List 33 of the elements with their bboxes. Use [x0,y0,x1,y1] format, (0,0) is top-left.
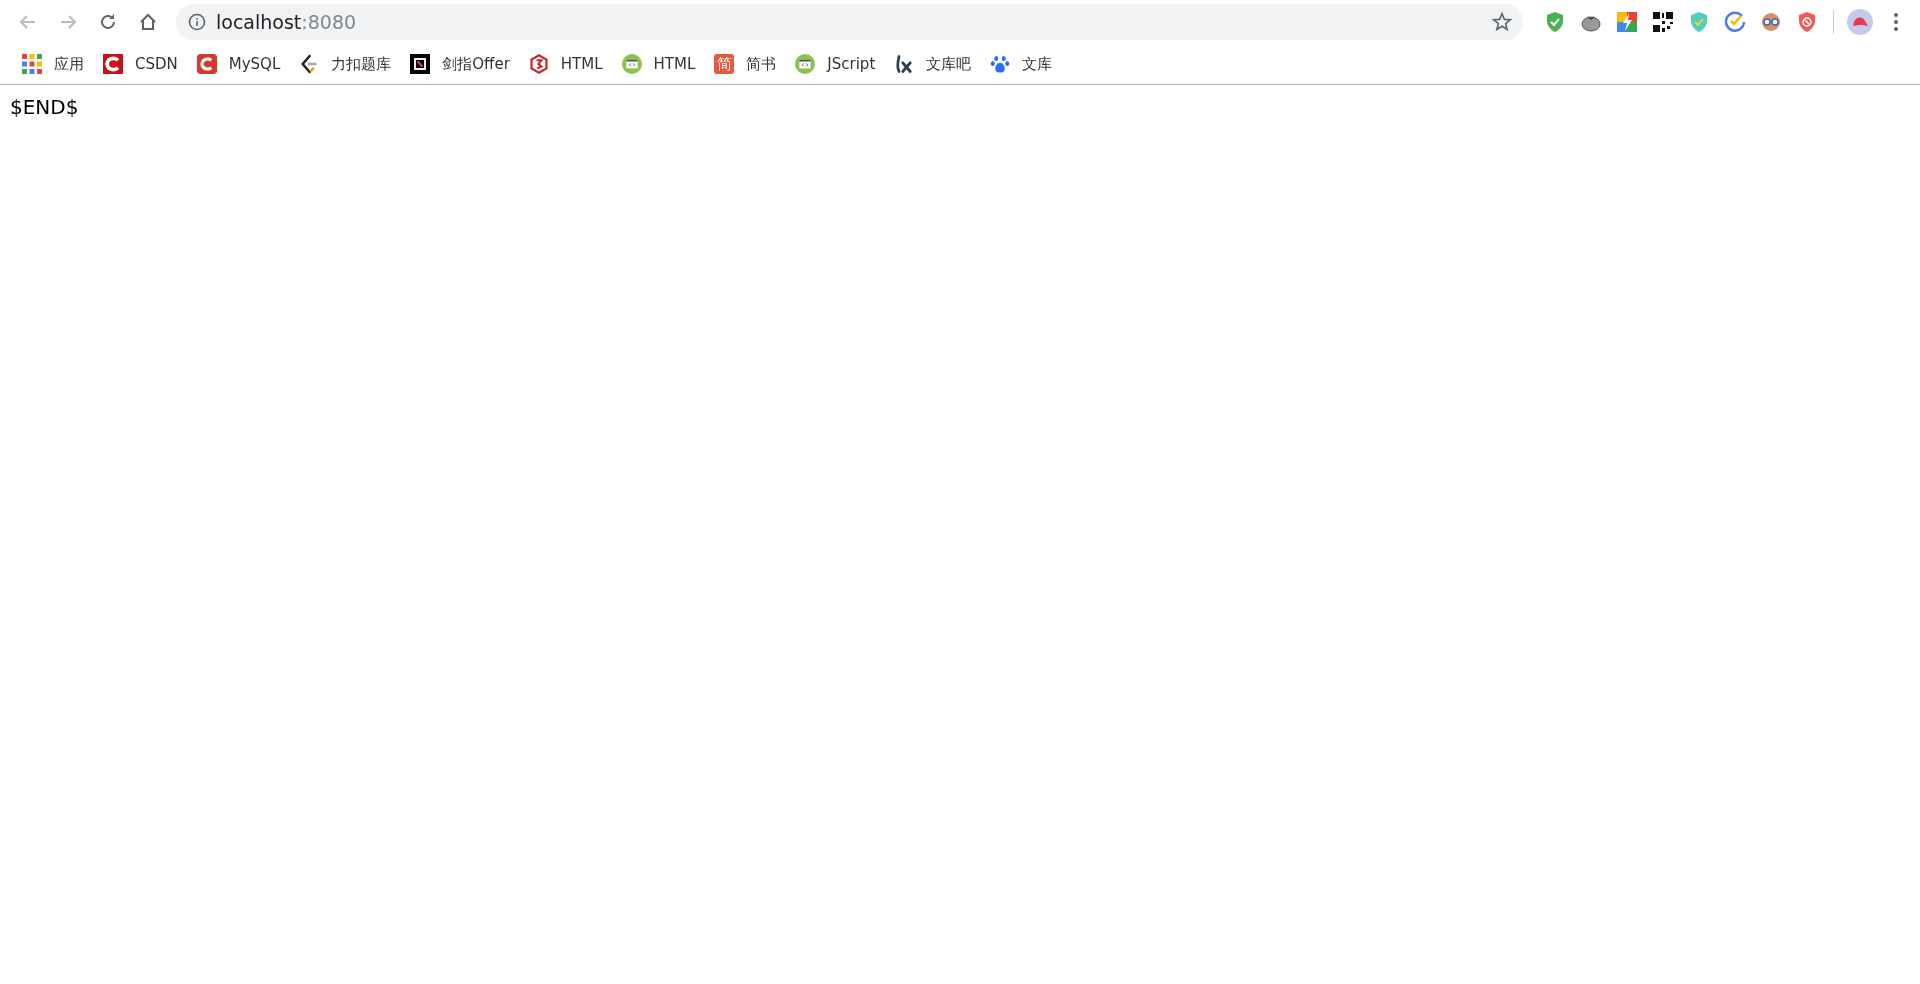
bookmark[interactable]: HTML [613,48,704,80]
code-circle-icon [795,54,816,74]
reload-icon[interactable] [98,12,118,32]
code-circle-icon [621,54,642,74]
bookmark[interactable]: CSDN [95,48,186,80]
bookmark[interactable]: 剑指Offer [402,48,518,80]
goggles-face-icon[interactable] [1759,10,1783,34]
jianshu-logo-icon: 简 [714,54,735,74]
star-icon[interactable] [1491,11,1513,33]
offer-logo-icon [410,54,431,74]
bookmark[interactable]: 简 简书 [706,48,785,80]
check-circle-icon[interactable] [1723,10,1747,34]
bookmark[interactable]: 应用 [14,48,92,80]
bookmark[interactable]: JScript [787,48,884,80]
url-text: localhost:8080 [216,11,358,33]
bookmark[interactable]: MySQL [188,48,289,80]
c-logo-icon [196,54,217,74]
lightning-icon[interactable] [1615,10,1639,34]
bookmark[interactable]: 文库 [982,48,1061,80]
hexagon-logo-icon [528,54,549,74]
paw-icon [990,54,1011,74]
apps-grid-icon [22,54,42,74]
leetcode-logo-icon [299,54,320,74]
info-icon [188,13,206,31]
bookmark[interactable]: 力扣题库 [291,48,400,80]
qr-code-icon[interactable] [1651,10,1675,34]
page-text: $END$ [10,95,79,119]
lx-logo-icon [894,54,915,74]
home-icon[interactable] [138,12,158,32]
bookmark[interactable]: 文库吧 [886,48,980,80]
bookmark[interactable]: HTML [520,48,611,80]
c-logo-icon [103,54,123,74]
address-bar[interactable]: localhost:8080 [176,4,1523,40]
